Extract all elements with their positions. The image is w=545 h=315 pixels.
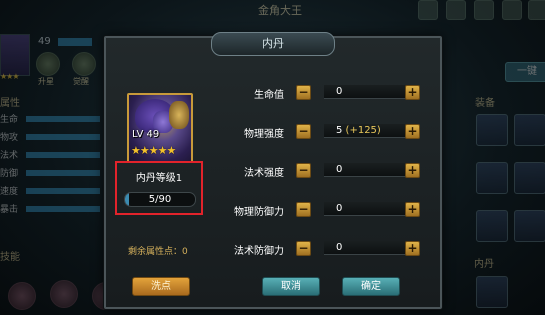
hero-star-rating: ★★★★★ xyxy=(131,144,176,157)
attribute-row-label: 法术 xyxy=(0,151,19,161)
menu-icon[interactable] xyxy=(446,0,466,20)
attribute-bar xyxy=(26,152,100,158)
stat-label-magic-power: 法术强度 xyxy=(244,168,284,179)
magic-defense-value: 0 xyxy=(324,241,414,255)
attribute-row-label: 生命 xyxy=(0,115,19,125)
awaken-label: 觉醒 xyxy=(73,77,89,86)
skill-header: 技能 xyxy=(0,252,20,263)
physical-power-minus-button[interactable]: − xyxy=(296,124,311,139)
attribute-bar xyxy=(26,116,100,122)
upgrade-icon[interactable] xyxy=(36,52,60,76)
menu-icon[interactable] xyxy=(502,0,522,20)
attribute-bar xyxy=(26,206,100,212)
physical-power-value: 5 (+125) xyxy=(324,124,414,138)
background-title: 金角大王 xyxy=(258,4,302,17)
menu-icon[interactable] xyxy=(474,0,494,20)
menu-icon[interactable] xyxy=(528,0,545,20)
remaining-points: 剩余属性点：0 xyxy=(128,244,188,257)
attribute-bar xyxy=(26,170,100,176)
attribute-row-label: 物攻 xyxy=(0,133,19,143)
core-progress-bar: 5/90 xyxy=(124,192,196,207)
hero-portrait: LV 49 ★★★★★ xyxy=(127,93,193,163)
cancel-button[interactable]: 取消 xyxy=(262,277,320,296)
core-header: 内丹 xyxy=(474,259,494,270)
magic-power-value: 0 xyxy=(324,163,414,177)
magic-defense-minus-button[interactable]: − xyxy=(296,241,311,256)
physical-defense-value: 0 xyxy=(324,202,414,216)
core-level-text: 内丹等级1 xyxy=(135,173,183,184)
wash-points-button[interactable]: 洗点 xyxy=(132,277,190,296)
core-slot[interactable] xyxy=(476,276,508,308)
magic-power-minus-button[interactable]: − xyxy=(296,163,311,178)
attribute-bar xyxy=(26,188,100,194)
equipment-slot[interactable] xyxy=(476,114,508,146)
hp-plus-button[interactable]: + xyxy=(405,85,420,100)
dialog-title: 内丹 xyxy=(211,32,335,56)
hero-level-bar xyxy=(58,38,92,46)
physical-defense-minus-button[interactable]: − xyxy=(296,202,311,217)
attribute-row-label: 速度 xyxy=(0,187,19,197)
hero-avatar xyxy=(0,34,30,76)
magic-defense-plus-button[interactable]: + xyxy=(405,241,420,256)
awaken-icon[interactable] xyxy=(72,52,96,76)
hp-base-value: 0 xyxy=(336,86,343,97)
magic-power-base-value: 0 xyxy=(336,164,343,175)
physical-defense-plus-button[interactable]: + xyxy=(405,202,420,217)
magic-defense-base-value: 0 xyxy=(336,242,343,253)
stat-label-physical-power: 物理强度 xyxy=(244,129,284,140)
hero-level: 49 xyxy=(38,36,51,47)
hp-value: 0 xyxy=(324,85,414,99)
equipment-header: 装备 xyxy=(475,98,495,109)
equipment-slot[interactable] xyxy=(514,210,545,242)
menu-icon[interactable] xyxy=(418,0,438,20)
magic-power-plus-button[interactable]: + xyxy=(405,163,420,178)
physical-defense-base-value: 0 xyxy=(336,203,343,214)
remaining-points-value: 0 xyxy=(182,247,188,257)
hero-stars: ★★★ xyxy=(0,72,19,81)
core-progress-text: 5/90 xyxy=(148,194,172,205)
hero-armor xyxy=(169,101,189,129)
remaining-points-label: 剩余属性点： xyxy=(128,247,183,257)
stat-label-magic-defense: 法术防御力 xyxy=(234,246,284,257)
skill-icon[interactable] xyxy=(8,282,36,310)
confirm-button[interactable]: 确定 xyxy=(342,277,400,296)
attribute-bar xyxy=(26,134,100,140)
attribute-header: 属性 xyxy=(0,98,20,109)
physical-power-plus-button[interactable]: + xyxy=(405,124,420,139)
skill-icon[interactable] xyxy=(50,280,78,308)
attribute-row-label: 暴击 xyxy=(0,205,19,215)
core-level-highlight: 内丹等级1 5/90 xyxy=(115,161,203,215)
auto-equip-button[interactable]: 一键 xyxy=(505,62,545,82)
equipment-slot[interactable] xyxy=(476,162,508,194)
hp-minus-button[interactable]: − xyxy=(296,85,311,100)
stat-label-physical-defense: 物理防御力 xyxy=(234,207,284,218)
equipment-slot[interactable] xyxy=(514,114,545,146)
hero-level-text: LV 49 xyxy=(132,129,160,140)
equipment-slot[interactable] xyxy=(476,210,508,242)
attribute-row-label: 防御 xyxy=(0,169,19,179)
core-dialog: 内丹 LV 49 ★★★★★ 内丹等级1 5/90 剩余属性点：0 生命值 − … xyxy=(104,32,442,309)
upgrade-label: 升星 xyxy=(38,77,54,86)
stat-label-hp: 生命值 xyxy=(254,90,284,101)
physical-power-bonus-value: (+125) xyxy=(342,125,381,136)
game-screen: 金角大王 49 ★★★ 升星 觉醒 属性 生命 物攻 法术 防御 速度 暴击 技… xyxy=(0,0,545,315)
equipment-slot[interactable] xyxy=(514,162,545,194)
